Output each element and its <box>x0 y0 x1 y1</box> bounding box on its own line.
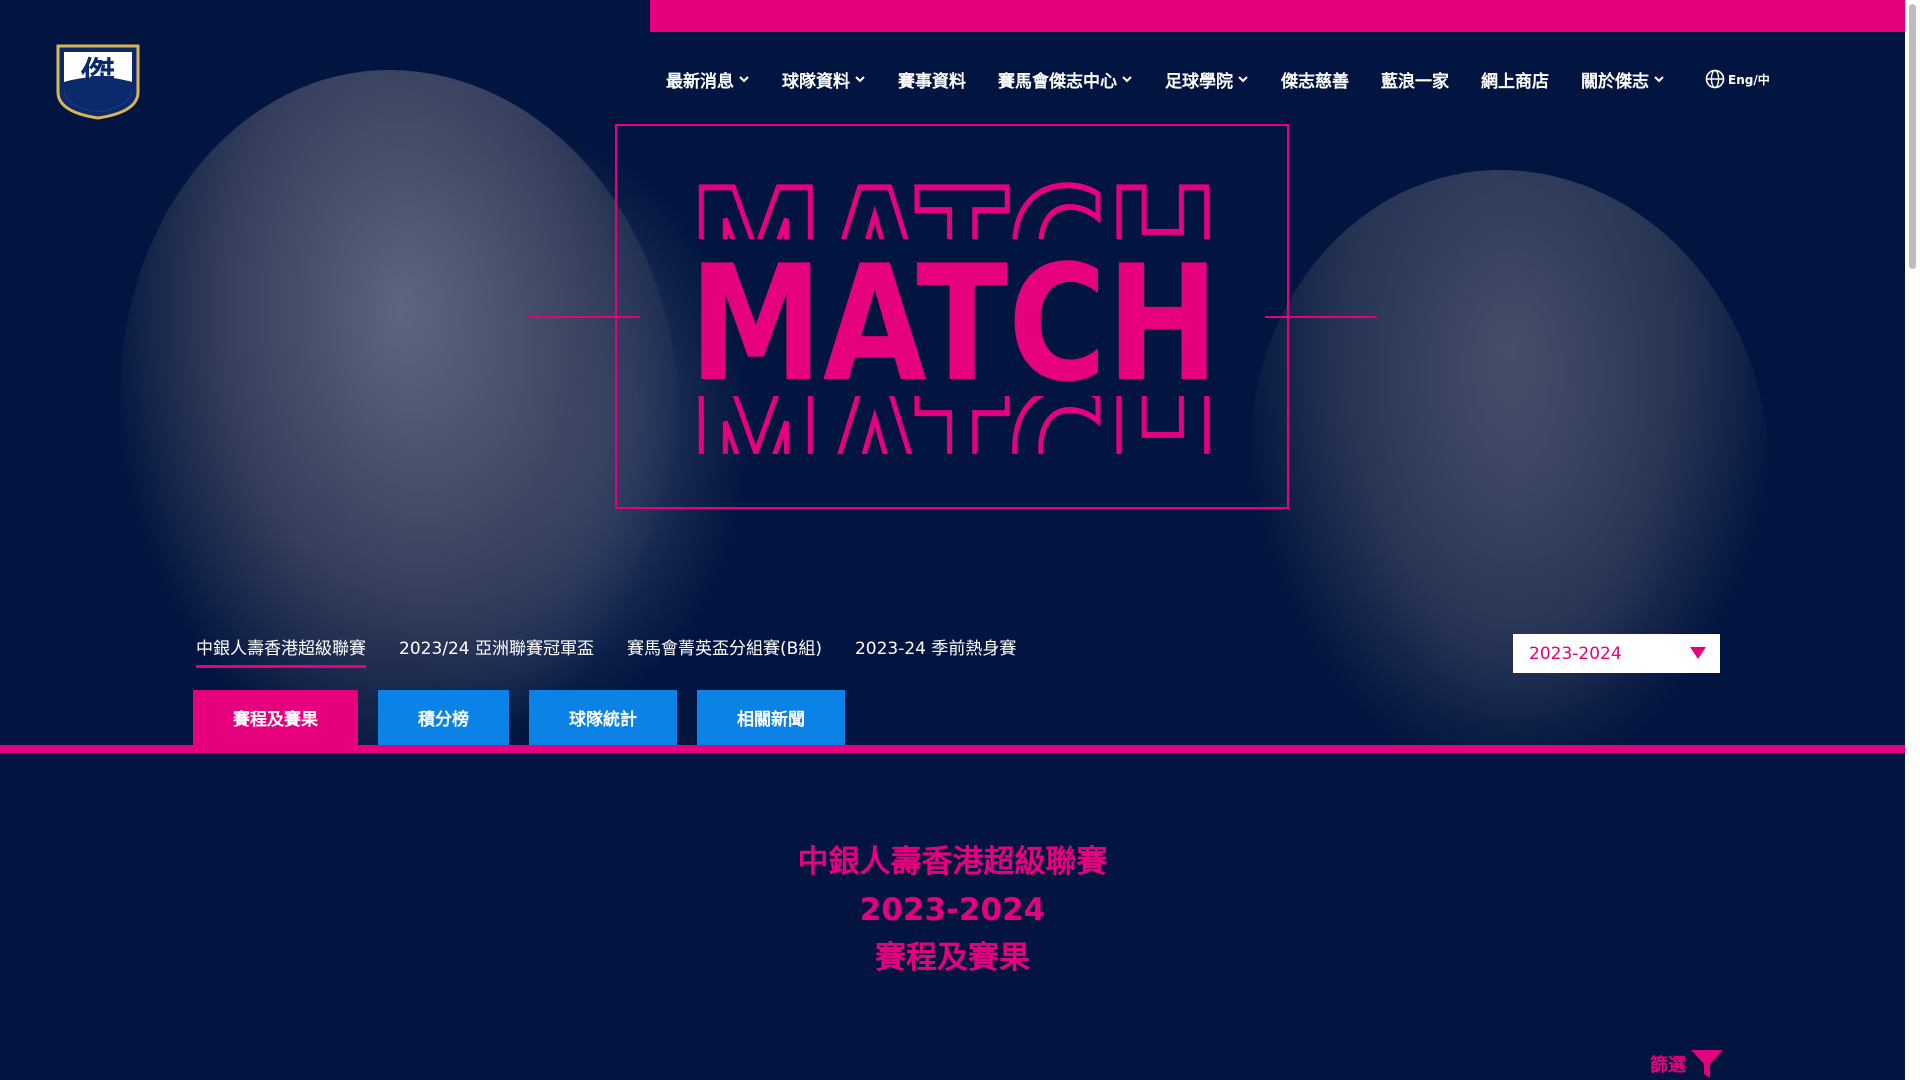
nav-item-label: 賽馬會傑志中心 <box>998 71 1117 92</box>
filter-label: 篩選 <box>1650 1055 1686 1076</box>
main-nav: 最新消息 球隊資料 賽事資料 賽馬會傑志中心 足球學院 傑志慈善 藍浪一家 網上… <box>666 66 1770 92</box>
nav-item-label: 藍浪一家 <box>1381 71 1449 92</box>
nav-item-charity[interactable]: 傑志慈善 <box>1281 67 1349 92</box>
chevron-down-icon <box>739 76 749 83</box>
match-title-main: MATCH <box>689 230 1219 417</box>
competition-tab-premier-league[interactable]: 中銀人壽香港超級聯賽 <box>196 634 366 668</box>
season-select-value: 2023-2024 <box>1529 643 1622 664</box>
nav-item-about[interactable]: 關於傑志 <box>1581 67 1665 92</box>
section-title: 賽程及賽果 <box>875 940 1030 976</box>
nav-item-kitchee-centre[interactable]: 賽馬會傑志中心 <box>998 67 1133 92</box>
filter-button[interactable]: 篩選 <box>1650 1048 1724 1080</box>
nav-item-academy[interactable]: 足球學院 <box>1165 67 1249 92</box>
competition-tabs: 中銀人壽香港超級聯賽 2023/24 亞洲聯賽冠軍盃 賽馬會菁英盃分組賽(B組)… <box>196 634 1049 668</box>
nav-item-label: 網上商店 <box>1481 71 1549 92</box>
scrollbar-thumb[interactable] <box>1909 4 1916 269</box>
nav-item-match-info[interactable]: 賽事資料 <box>898 67 966 92</box>
globe-icon <box>1705 69 1725 89</box>
section-divider <box>0 745 1905 753</box>
league-title: 中銀人壽香港超級聯賽 <box>797 844 1108 880</box>
competition-tab-jockey-club-cup[interactable]: 賽馬會菁英盃分組賽(B組) <box>627 634 822 665</box>
nav-item-label: 傑志慈善 <box>1281 71 1349 92</box>
chevron-down-icon <box>855 76 865 83</box>
section-heading: 中銀人壽香港超級聯賽 2023-2024 賽程及賽果 <box>0 838 1905 982</box>
dropdown-arrow-icon <box>1690 647 1706 659</box>
season-select[interactable]: 2023-2024 <box>1513 634 1720 673</box>
chevron-down-icon <box>1122 76 1132 83</box>
season-title: 2023-2024 <box>859 892 1046 928</box>
section-tabs: 賽程及賽果 積分榜 球隊統計 相關新聞 <box>193 690 865 745</box>
chevron-down-icon <box>1654 76 1664 83</box>
nav-item-label: 關於傑志 <box>1581 71 1649 92</box>
nav-item-label: 賽事資料 <box>898 71 966 92</box>
tab-team-stats[interactable]: 球隊統計 <box>529 690 677 745</box>
match-title-graphic: MATCH MATCH MATCH <box>686 181 1222 454</box>
club-crest-icon: 傑 <box>56 44 140 120</box>
page-scrollbar[interactable] <box>1905 0 1920 1080</box>
top-accent-bar <box>650 0 1905 32</box>
competition-tab-preseason[interactable]: 2023-24 季前熱身賽 <box>855 634 1016 665</box>
club-logo[interactable]: 傑 <box>54 42 142 120</box>
hero-banner: MATCH MATCH MATCH 中銀人壽香港超級聯賽 2023/24 亞洲聯… <box>0 0 1905 745</box>
filter-funnel-icon <box>1691 1050 1723 1078</box>
nav-item-label: 球隊資料 <box>782 71 850 92</box>
nav-item-online-shop[interactable]: 網上商店 <box>1481 67 1549 92</box>
nav-item-team-info[interactable]: 球隊資料 <box>782 67 866 92</box>
nav-item-latest-news[interactable]: 最新消息 <box>666 67 750 92</box>
language-switch[interactable]: Eng/中 <box>1705 69 1770 89</box>
tab-standings[interactable]: 積分榜 <box>378 690 509 745</box>
competition-tab-afc-champions-league[interactable]: 2023/24 亞洲聯賽冠軍盃 <box>399 634 594 665</box>
club-logo-mark: 傑 <box>80 55 115 95</box>
nav-item-blue-wave-family[interactable]: 藍浪一家 <box>1381 67 1449 92</box>
tab-fixtures-results[interactable]: 賽程及賽果 <box>193 690 358 745</box>
language-label: Eng/中 <box>1728 72 1770 87</box>
nav-item-label: 最新消息 <box>666 71 734 92</box>
tab-related-news[interactable]: 相關新聞 <box>697 690 845 745</box>
chevron-down-icon <box>1238 76 1248 83</box>
nav-item-label: 足球學院 <box>1165 71 1233 92</box>
match-title-box: MATCH MATCH MATCH <box>615 124 1289 509</box>
